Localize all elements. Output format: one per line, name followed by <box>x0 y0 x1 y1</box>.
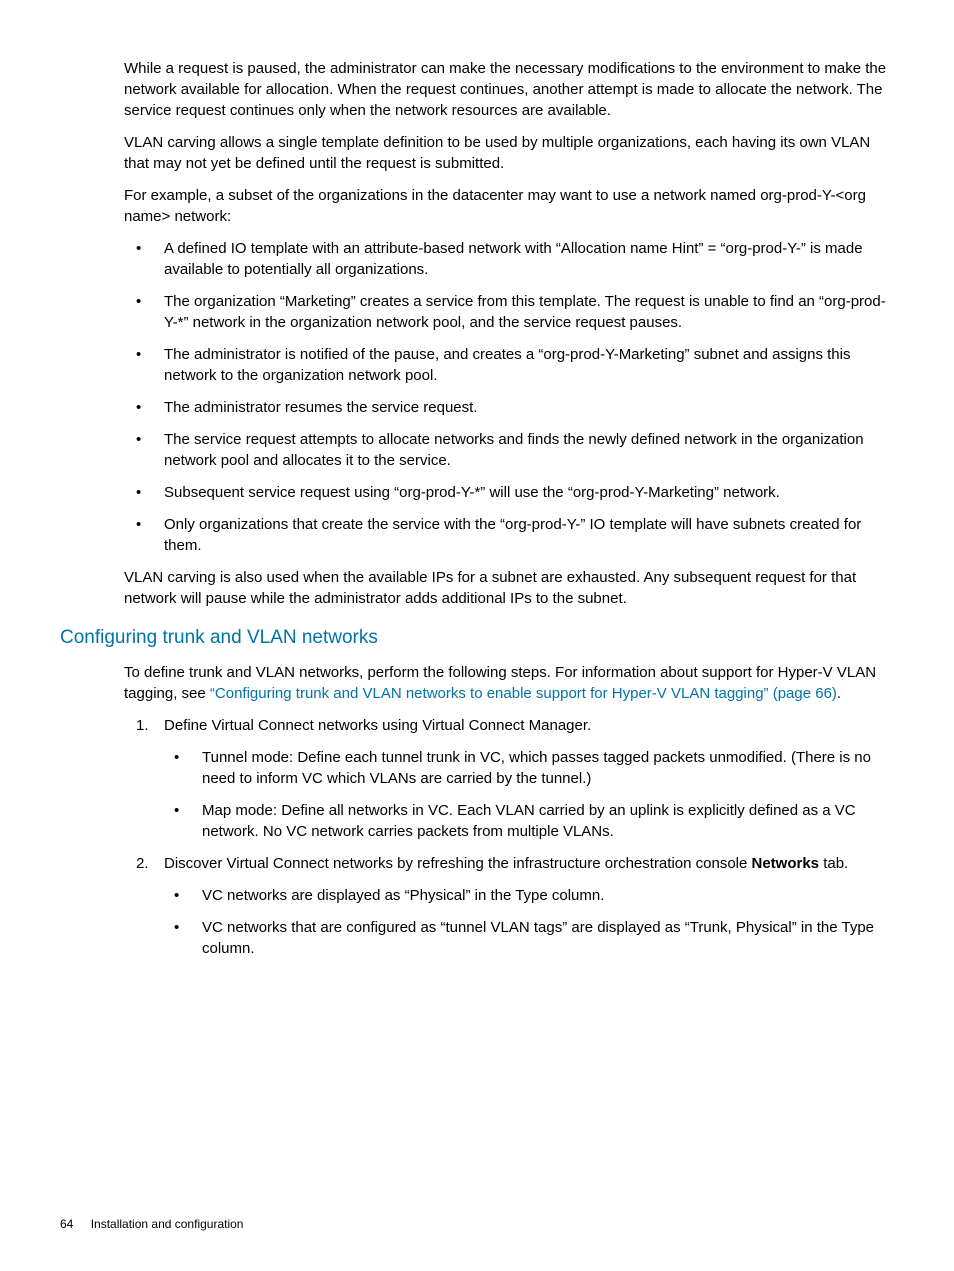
body-paragraph: For example, a subset of the organizatio… <box>124 185 894 227</box>
body-paragraph: VLAN carving allows a single template de… <box>124 132 894 174</box>
list-item: Only organizations that create the servi… <box>164 514 894 556</box>
sub-bullet-list: VC networks are displayed as “Physical” … <box>164 885 894 959</box>
step-text: Define Virtual Connect networks using Vi… <box>164 717 591 734</box>
step-number: 1. <box>136 715 149 736</box>
bold-term: Networks <box>752 855 820 872</box>
section-heading: Configuring trunk and VLAN networks <box>60 625 894 652</box>
sub-bullet-list: Tunnel mode: Define each tunnel trunk in… <box>164 747 894 842</box>
text-span: tab. <box>819 855 848 872</box>
step-text: Discover Virtual Connect networks by ref… <box>164 855 848 872</box>
list-item: VC networks are displayed as “Physical” … <box>202 885 894 906</box>
list-item: 1. Define Virtual Connect networks using… <box>164 715 894 842</box>
body-paragraph: While a request is paused, the administr… <box>124 58 894 121</box>
list-item: Tunnel mode: Define each tunnel trunk in… <box>202 747 894 789</box>
list-item: The administrator resumes the service re… <box>164 397 894 418</box>
bullet-list: A defined IO template with an attribute-… <box>124 238 894 556</box>
step-number: 2. <box>136 853 149 874</box>
text-span: Discover Virtual Connect networks by ref… <box>164 855 752 872</box>
list-item: The administrator is notified of the pau… <box>164 344 894 386</box>
text-span: . <box>837 685 841 702</box>
list-item: VC networks that are configured as “tunn… <box>202 917 894 959</box>
list-item: Map mode: Define all networks in VC. Eac… <box>202 800 894 842</box>
list-item: The service request attempts to allocate… <box>164 429 894 471</box>
page-footer: 64 Installation and configuration <box>60 1216 243 1233</box>
list-item: 2. Discover Virtual Connect networks by … <box>164 853 894 959</box>
list-item: A defined IO template with an attribute-… <box>164 238 894 280</box>
body-paragraph: To define trunk and VLAN networks, perfo… <box>124 662 894 704</box>
page-number: 64 <box>60 1217 73 1231</box>
numbered-list: 1. Define Virtual Connect networks using… <box>124 715 894 959</box>
cross-reference-link[interactable]: “Configuring trunk and VLAN networks to … <box>210 685 837 702</box>
body-paragraph: VLAN carving is also used when the avail… <box>124 567 894 609</box>
footer-title: Installation and configuration <box>91 1217 244 1231</box>
list-item: Subsequent service request using “org-pr… <box>164 482 894 503</box>
list-item: The organization “Marketing” creates a s… <box>164 291 894 333</box>
